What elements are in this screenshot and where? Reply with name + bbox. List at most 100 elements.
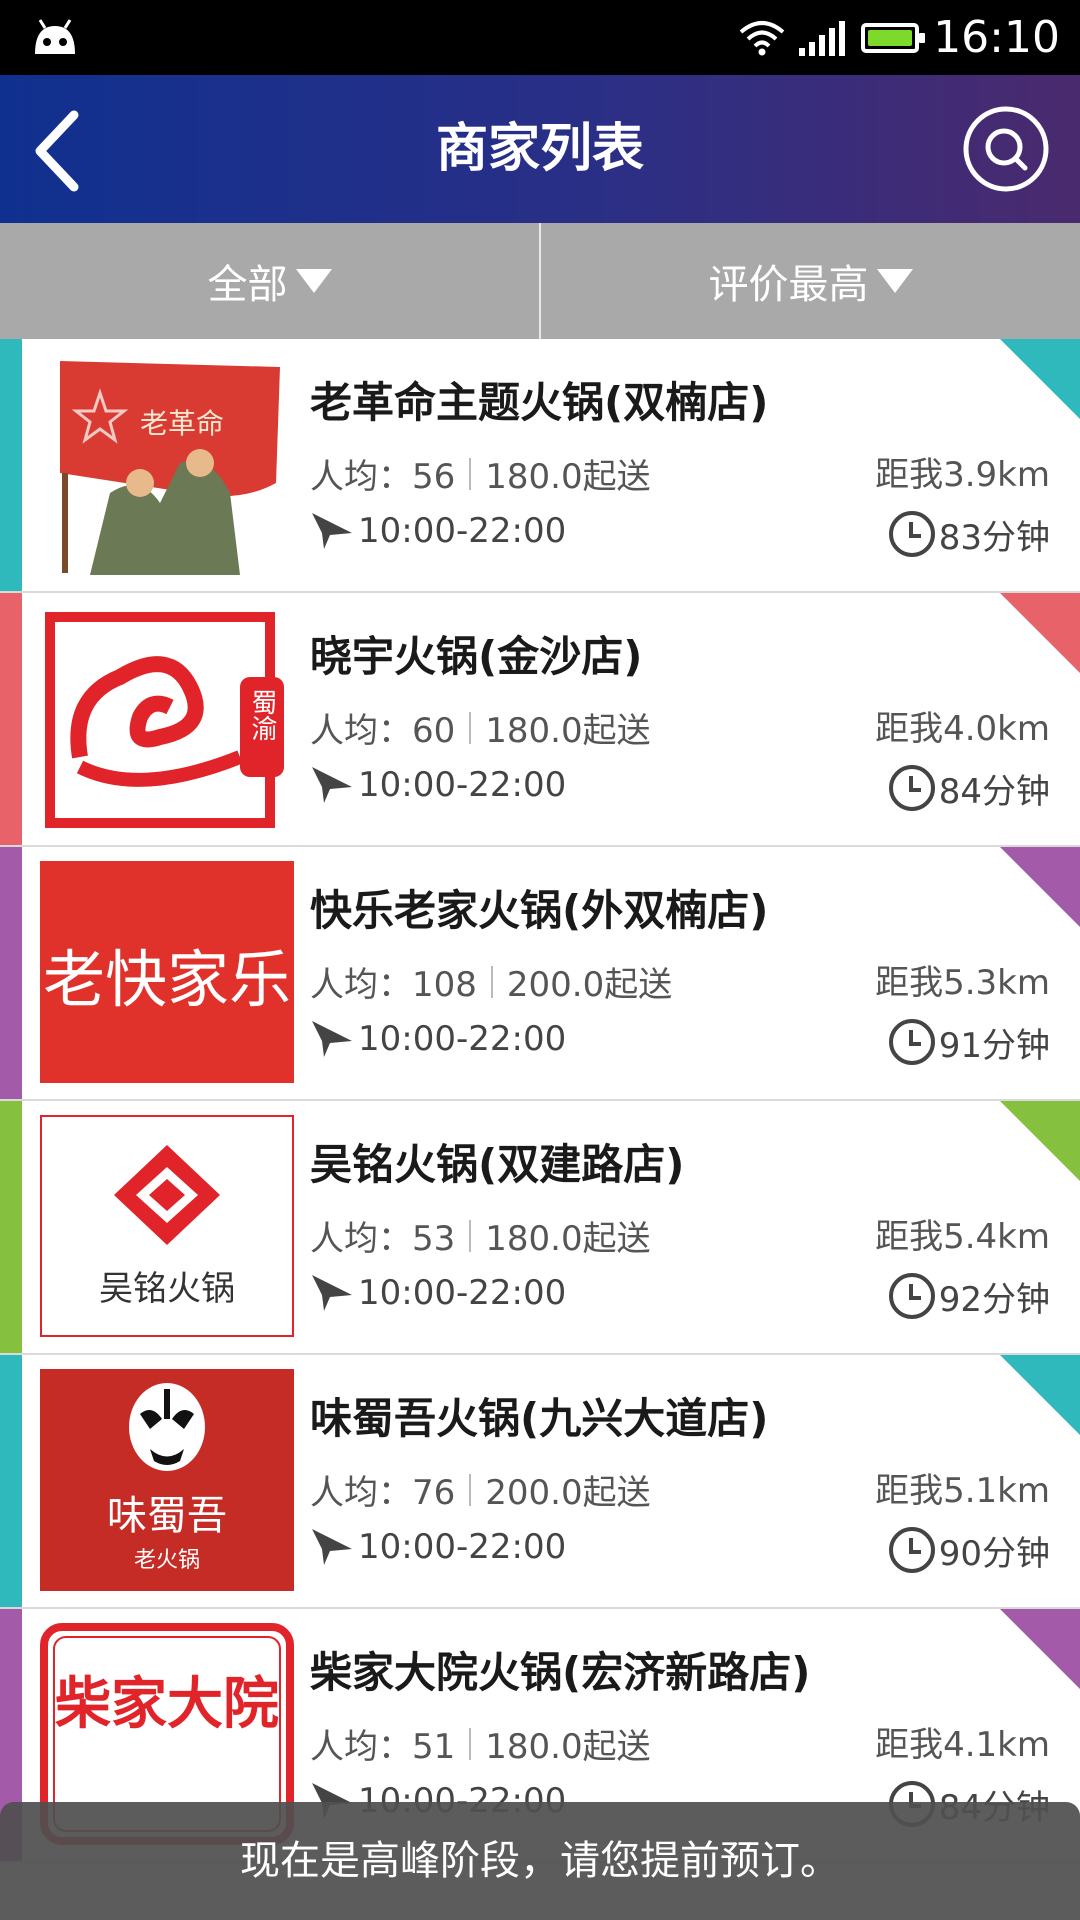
min-order: 200.0起送 — [485, 1473, 651, 1513]
logo-text: 味蜀吾 — [107, 1493, 227, 1539]
clock-icon — [888, 511, 935, 557]
paper-plane-icon — [312, 1021, 352, 1057]
merchant-meta: 人均：51 180.0起送 — [310, 1719, 651, 1768]
corner-tag — [1000, 1101, 1080, 1181]
delivery-eta: 84分钟 — [887, 763, 1050, 813]
merchant-meta: 人均：108 200.0起送 — [310, 957, 672, 1006]
sort-filter-dropdown[interactable]: 评价最高 — [541, 223, 1080, 339]
delivery-time: 84分钟 — [938, 771, 1050, 812]
merchant-row[interactable]: 蜀渝 晓宇火锅(金沙店) 人均：60 180.0起送 10:00-22:00 距… — [0, 593, 1080, 847]
separator — [469, 457, 472, 490]
distance: 距我5.4km — [875, 1217, 1050, 1257]
avg-price: 人均：60 — [310, 711, 456, 751]
dropdown-triangle-icon — [295, 269, 332, 293]
separator — [490, 965, 493, 998]
hours-text: 10:00-22:00 — [358, 511, 567, 551]
hours-text: 10:00-22:00 — [358, 765, 567, 805]
sort-filter-label: 评价最高 — [708, 262, 869, 308]
logo-text: 老快家乐 — [43, 943, 291, 1016]
corner-tag — [1000, 1355, 1080, 1435]
category-filter-dropdown[interactable]: 全部 — [0, 223, 539, 339]
separator — [469, 1473, 472, 1506]
merchant-row[interactable]: 老革命 老革命主题火锅(双楠店) 人均：56 180.0起送 10:00-22:… — [0, 339, 1080, 593]
android-notification-icon — [35, 19, 75, 54]
delivery-eta: 91分钟 — [887, 1017, 1050, 1067]
separator — [469, 1219, 472, 1252]
clock-icon — [888, 1273, 935, 1319]
paper-plane-icon — [312, 767, 352, 803]
merchant-row[interactable]: 老快家乐 快乐老家火锅(外双楠店) 人均：108 200.0起送 10:00-2… — [0, 847, 1080, 1101]
separator — [469, 1727, 472, 1760]
merchant-name: 老革命主题火锅(双楠店) — [310, 378, 769, 427]
clock-icon — [888, 1019, 935, 1065]
merchant-meta: 人均：56 180.0起送 — [310, 449, 651, 498]
merchant-name: 吴铭火锅(双建路店) — [310, 1140, 685, 1189]
business-hours: 10:00-22:00 — [310, 765, 566, 805]
dropdown-triangle-icon — [876, 269, 913, 293]
hours-text: 10:00-22:00 — [358, 1273, 567, 1313]
delivery-time: 90分钟 — [938, 1533, 1050, 1574]
filter-bar: 全部 评价最高 — [0, 223, 1080, 339]
merchant-meta: 人均：76 200.0起送 — [310, 1465, 651, 1514]
merchant-row[interactable]: 味蜀吾 老火锅 味蜀吾火锅(九兴大道店) 人均：76 200.0起送 10:00… — [0, 1355, 1080, 1609]
delivery-eta: 90分钟 — [887, 1525, 1050, 1575]
min-order: 180.0起送 — [485, 1727, 651, 1767]
avg-price: 人均：51 — [310, 1727, 456, 1767]
delivery-time: 83分钟 — [938, 517, 1050, 558]
status-time: 16:10 — [933, 12, 1060, 63]
avg-price: 人均：108 — [310, 965, 477, 1005]
merchant-name: 味蜀吾火锅(九兴大道店) — [310, 1394, 769, 1443]
merchant-logo: 味蜀吾 老火锅 — [40, 1369, 294, 1591]
merchant-logo: 老革命 — [40, 353, 294, 575]
merchant-name: 晓宇火锅(金沙店) — [310, 632, 643, 681]
paper-plane-icon — [312, 1529, 352, 1565]
delivery-eta: 92分钟 — [887, 1271, 1050, 1321]
category-filter-label: 全部 — [207, 262, 288, 308]
clock-icon — [888, 765, 935, 811]
corner-tag — [1000, 847, 1080, 927]
merchant-name: 柴家大院火锅(宏济新路店) — [310, 1648, 811, 1697]
merchant-logo: 蜀渝 — [40, 607, 294, 829]
logo-text: 老革命 — [140, 407, 224, 440]
logo-subtext: 老火锅 — [134, 1548, 200, 1573]
distance: 距我4.0km — [875, 709, 1050, 749]
hours-text: 10:00-22:00 — [358, 1019, 567, 1059]
merchant-row[interactable]: 吴铭火锅 吴铭火锅(双建路店) 人均：53 180.0起送 10:00-22:0… — [0, 1101, 1080, 1355]
clock-icon — [888, 1527, 935, 1573]
title-bar: 商家列表 — [0, 75, 1080, 223]
avg-price: 人均：53 — [310, 1219, 456, 1259]
battery-icon — [861, 22, 926, 53]
separator — [469, 711, 472, 744]
logo-text: 吴铭火锅 — [99, 1269, 235, 1309]
delivery-time: 91分钟 — [938, 1025, 1050, 1066]
business-hours: 10:00-22:00 — [310, 511, 566, 551]
logo-text: 柴家大院 — [55, 1671, 279, 1737]
distance: 距我5.1km — [875, 1471, 1050, 1511]
avg-price: 人均：56 — [310, 457, 456, 497]
page-title: 商家列表 — [435, 119, 644, 179]
corner-tag — [1000, 339, 1080, 419]
distance: 距我3.9km — [875, 455, 1050, 495]
min-order: 180.0起送 — [485, 711, 651, 751]
color-stripe — [0, 1355, 22, 1607]
min-order: 180.0起送 — [485, 1219, 651, 1259]
corner-tag — [1000, 593, 1080, 673]
merchant-meta: 人均：60 180.0起送 — [310, 703, 651, 752]
paper-plane-icon — [312, 513, 352, 549]
color-stripe — [0, 847, 22, 1099]
delivery-eta: 83分钟 — [887, 509, 1050, 559]
merchant-list: 老革命 老革命主题火锅(双楠店) 人均：56 180.0起送 10:00-22:… — [0, 339, 1080, 1863]
search-icon[interactable] — [962, 105, 1050, 193]
wifi-icon — [739, 20, 785, 55]
min-order: 180.0起送 — [485, 457, 651, 497]
color-stripe — [0, 339, 22, 591]
merchant-name: 快乐老家火锅(外双楠店) — [310, 886, 769, 935]
corner-tag — [1000, 1609, 1080, 1689]
color-stripe — [0, 1101, 22, 1353]
paper-plane-icon — [312, 1275, 352, 1311]
min-order: 200.0起送 — [506, 965, 673, 1005]
avg-price: 人均：76 — [310, 1473, 456, 1513]
color-stripe — [0, 593, 22, 845]
business-hours: 10:00-22:00 — [310, 1527, 566, 1567]
hours-text: 10:00-22:00 — [358, 1527, 567, 1567]
